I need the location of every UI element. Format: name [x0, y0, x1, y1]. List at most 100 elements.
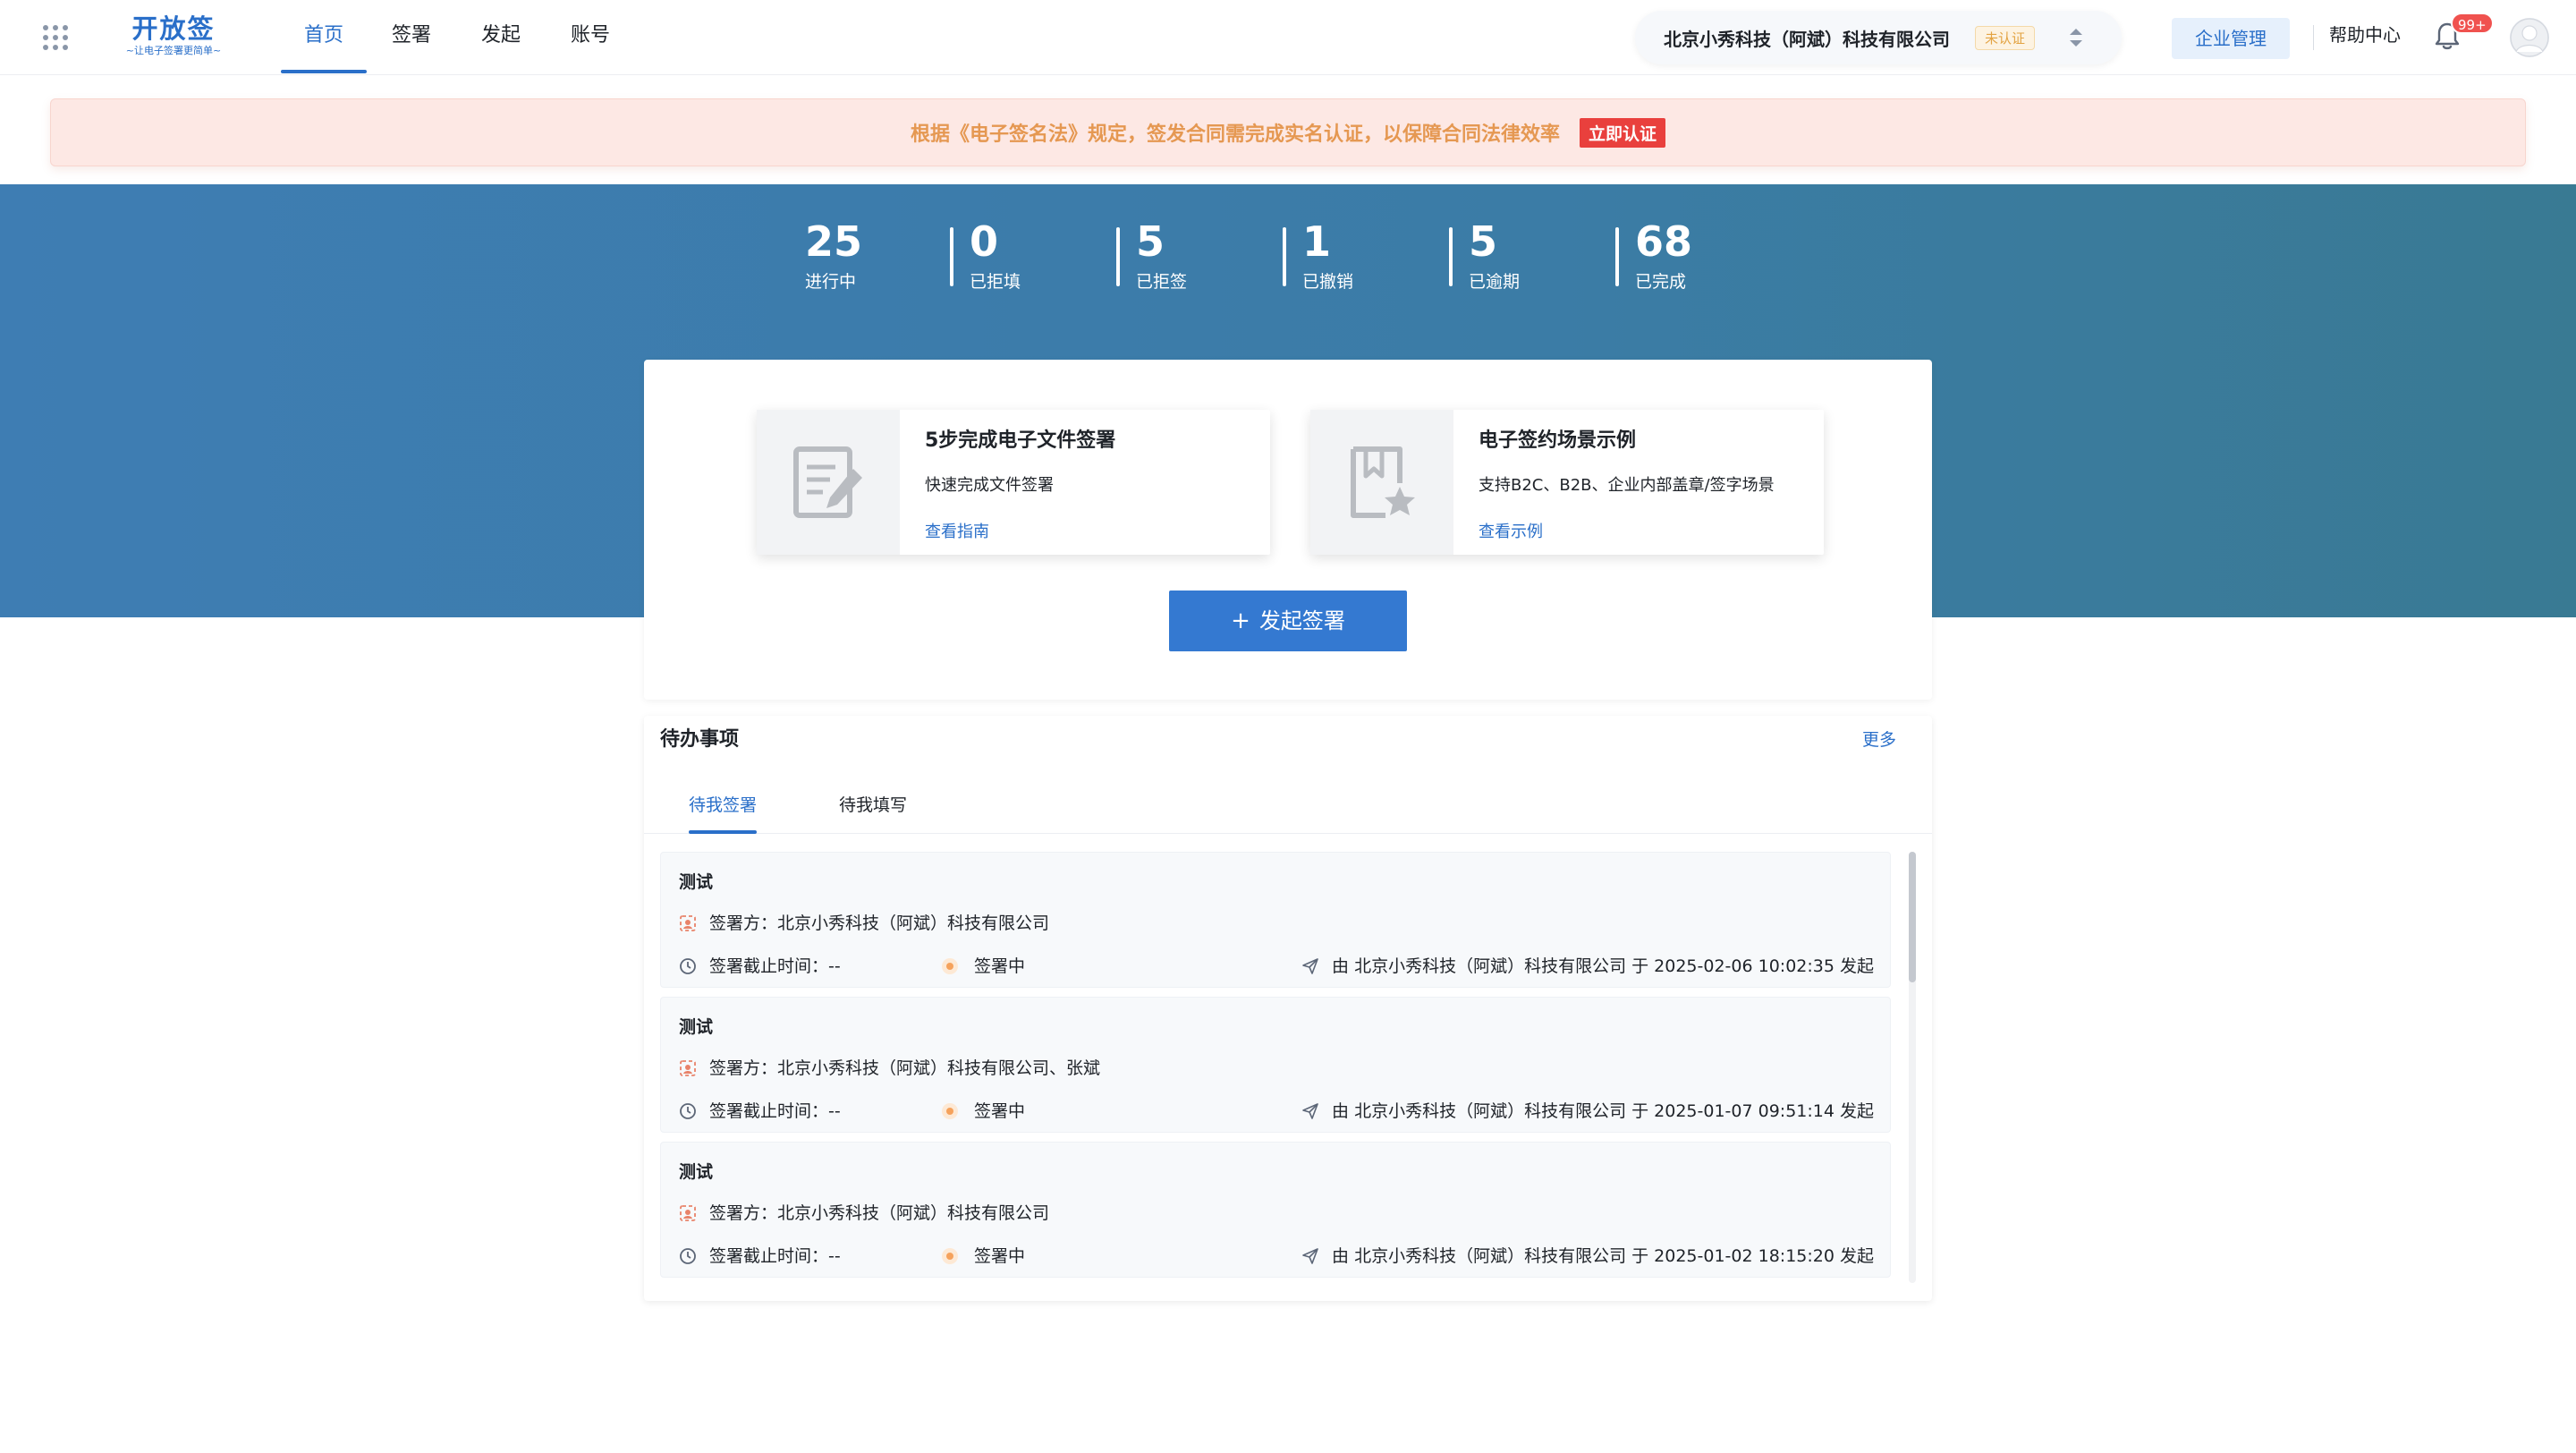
send-icon [1302, 1248, 1318, 1264]
todo-scrollbar-thumb[interactable] [1909, 852, 1916, 982]
quick-start-card: 5步完成电子文件签署 快速完成文件签署 查看指南 电子签约场景示例 支持B2C、… [644, 360, 1932, 700]
todo-list: 测试 签署方：北京小秀科技（阿斌）科技有限公司 签署截止时间：-- 签署中 由 … [660, 852, 1891, 1287]
company-name: 北京小秀科技（阿斌）科技有限公司 [1664, 28, 1950, 50]
status-text: 签署中 [974, 1246, 1026, 1266]
stat-overdue[interactable]: 5 已逾期 [1449, 215, 1619, 304]
alert-message: 根据《电子签名法》规定，签发合同需完成实名认证，以保障合同法律效率 [910, 123, 1560, 146]
user-avatar[interactable] [2510, 18, 2549, 57]
logo[interactable]: 开放签 ~让电子签署更简单~ [118, 13, 229, 57]
todo-item-title: 测试 [679, 1162, 714, 1182]
guide-content: 5步完成电子文件签署 快速完成文件签署 查看指南 [900, 410, 1115, 555]
signer-icon [680, 915, 696, 931]
stat-value: 0 [970, 217, 999, 266]
notification-count-badge: 99+ [2451, 13, 2494, 34]
guide-description: 支持B2C、B2B、企业内部盖章/签字场景 [1479, 476, 1775, 495]
stat-label: 已逾期 [1469, 272, 1521, 292]
stat-divider [1449, 227, 1453, 286]
document-edit-icon [757, 410, 900, 555]
stat-value: 5 [1469, 217, 1498, 266]
nav-home[interactable]: 首页 [281, 0, 368, 75]
signers-text: 签署方：北京小秀科技（阿斌）科技有限公司、张斌 [709, 1058, 1101, 1078]
guide-card-signing[interactable]: 5步完成电子文件签署 快速完成文件签署 查看指南 [757, 410, 1270, 555]
signers-row: 签署方：北京小秀科技（阿斌）科技有限公司 [679, 912, 1049, 935]
stat-completed[interactable]: 68 已完成 [1615, 215, 1785, 304]
signers-row: 签署方：北京小秀科技（阿斌）科技有限公司、张斌 [679, 1057, 1100, 1080]
header-divider [2313, 25, 2314, 50]
stat-label: 已撤销 [1302, 272, 1354, 292]
nav-account[interactable]: 账号 [546, 0, 635, 75]
status-indicator: 签署中 [942, 1100, 1025, 1123]
start-signing-label: 发起签署 [1258, 608, 1345, 633]
initiator-text: 由 北京小秀科技（阿斌）科技有限公司 于 2025-02-06 10:02:35… [1332, 956, 1874, 976]
stats-bar: 25 进行中 0 已拒填 5 已拒签 1 已撤销 5 已逾期 68 已完成 [787, 215, 1785, 304]
main-nav: 首页 签署 发起 账号 [281, 0, 635, 75]
company-switcher[interactable]: 北京小秀科技（阿斌）科技有限公司 未认证 [1635, 11, 2122, 64]
apps-grid-icon[interactable] [43, 25, 68, 50]
todo-tabs: 待我签署 待我填写 [644, 780, 1932, 834]
stat-label: 已拒填 [970, 272, 1021, 292]
stat-value: 5 [1136, 217, 1165, 266]
status-dot-icon [942, 1248, 958, 1264]
signer-icon [680, 1205, 696, 1221]
status-dot-icon [942, 1103, 958, 1119]
todo-item[interactable]: 测试 签署方：北京小秀科技（阿斌）科技有限公司 签署截止时间：-- 签署中 由 … [660, 852, 1891, 988]
logo-subtitle: ~让电子签署更简单~ [125, 45, 222, 56]
help-center-link[interactable]: 帮助中心 [2329, 21, 2401, 48]
nav-sign[interactable]: 签署 [367, 0, 456, 75]
guide-title: 5步完成电子文件签署 [925, 429, 1116, 452]
bookmark-star-icon [1310, 410, 1453, 555]
deadline-row: 签署截止时间：-- [679, 1245, 841, 1268]
stat-divider [1116, 227, 1120, 286]
send-icon [1302, 958, 1318, 974]
initiator-text: 由 北京小秀科技（阿斌）科技有限公司 于 2025-01-02 18:15:20… [1332, 1246, 1874, 1266]
nav-initiate[interactable]: 发起 [456, 0, 546, 75]
clock-icon [680, 1103, 696, 1119]
verify-now-button[interactable]: 立即认证 [1580, 117, 1666, 148]
stat-revoked[interactable]: 1 已撤销 [1283, 215, 1453, 304]
deadline-text: 签署截止时间：-- [709, 1101, 841, 1121]
guide-content: 电子签约场景示例 支持B2C、B2B、企业内部盖章/签字场景 查看示例 [1453, 410, 1775, 555]
tab-to-sign[interactable]: 待我签署 [689, 780, 758, 834]
stat-divider [950, 227, 953, 286]
todo-more-link[interactable]: 更多 [1862, 726, 1896, 753]
plus-icon: + [1231, 608, 1250, 634]
status-text: 签署中 [974, 1101, 1026, 1121]
stat-label: 已完成 [1635, 272, 1687, 292]
stat-divider [1283, 227, 1286, 286]
stat-label: 进行中 [805, 272, 857, 292]
view-examples-link[interactable]: 查看示例 [1479, 519, 1775, 546]
initiator-row: 由 北京小秀科技（阿斌）科技有限公司 于 2025-01-02 18:15:20… [1301, 1245, 1874, 1268]
deadline-row: 签署截止时间：-- [679, 1100, 841, 1123]
todo-item-title: 测试 [679, 872, 714, 892]
signers-row: 签署方：北京小秀科技（阿斌）科技有限公司 [679, 1202, 1049, 1225]
clock-icon [680, 958, 696, 974]
tab-to-fill[interactable]: 待我填写 [839, 780, 907, 834]
enterprise-management-button[interactable]: 企业管理 [2172, 18, 2290, 59]
deadline-text: 签署截止时间：-- [709, 956, 841, 976]
todo-item[interactable]: 测试 签署方：北京小秀科技（阿斌）科技有限公司 签署截止时间：-- 签署中 由 … [660, 1142, 1891, 1278]
todo-title: 待办事项 [660, 728, 740, 751]
clock-icon [680, 1248, 696, 1264]
stat-sign-rejected[interactable]: 5 已拒签 [1116, 215, 1286, 304]
switch-arrows-icon [2070, 29, 2082, 47]
deadline-text: 签署截止时间：-- [709, 1246, 841, 1266]
guide-card-scenarios[interactable]: 电子签约场景示例 支持B2C、B2B、企业内部盖章/签字场景 查看示例 [1310, 410, 1824, 555]
deadline-row: 签署截止时间：-- [679, 955, 841, 978]
todo-item[interactable]: 测试 签署方：北京小秀科技（阿斌）科技有限公司、张斌 签署截止时间：-- 签署中… [660, 997, 1891, 1133]
send-icon [1302, 1103, 1318, 1119]
stat-value: 25 [805, 217, 863, 266]
signer-icon [680, 1060, 696, 1076]
stat-value: 68 [1635, 217, 1693, 266]
stat-fill-rejected[interactable]: 0 已拒填 [950, 215, 1120, 304]
guide-title: 电子签约场景示例 [1479, 429, 1637, 452]
todo-card: 待办事项 更多 待我签署 待我填写 测试 签署方：北京小秀科技（阿斌）科技有限公… [644, 716, 1932, 1301]
status-indicator: 签署中 [942, 955, 1025, 978]
stat-label: 已拒签 [1136, 272, 1188, 292]
stat-value: 1 [1302, 217, 1332, 266]
stat-in-progress[interactable]: 25 进行中 [787, 215, 953, 304]
status-text: 签署中 [974, 956, 1026, 976]
view-guide-link[interactable]: 查看指南 [925, 519, 1115, 546]
initiator-row: 由 北京小秀科技（阿斌）科技有限公司 于 2025-02-06 10:02:35… [1301, 955, 1874, 978]
start-signing-button[interactable]: + 发起签署 [1169, 591, 1407, 651]
initiator-row: 由 北京小秀科技（阿斌）科技有限公司 于 2025-01-07 09:51:14… [1301, 1100, 1874, 1123]
